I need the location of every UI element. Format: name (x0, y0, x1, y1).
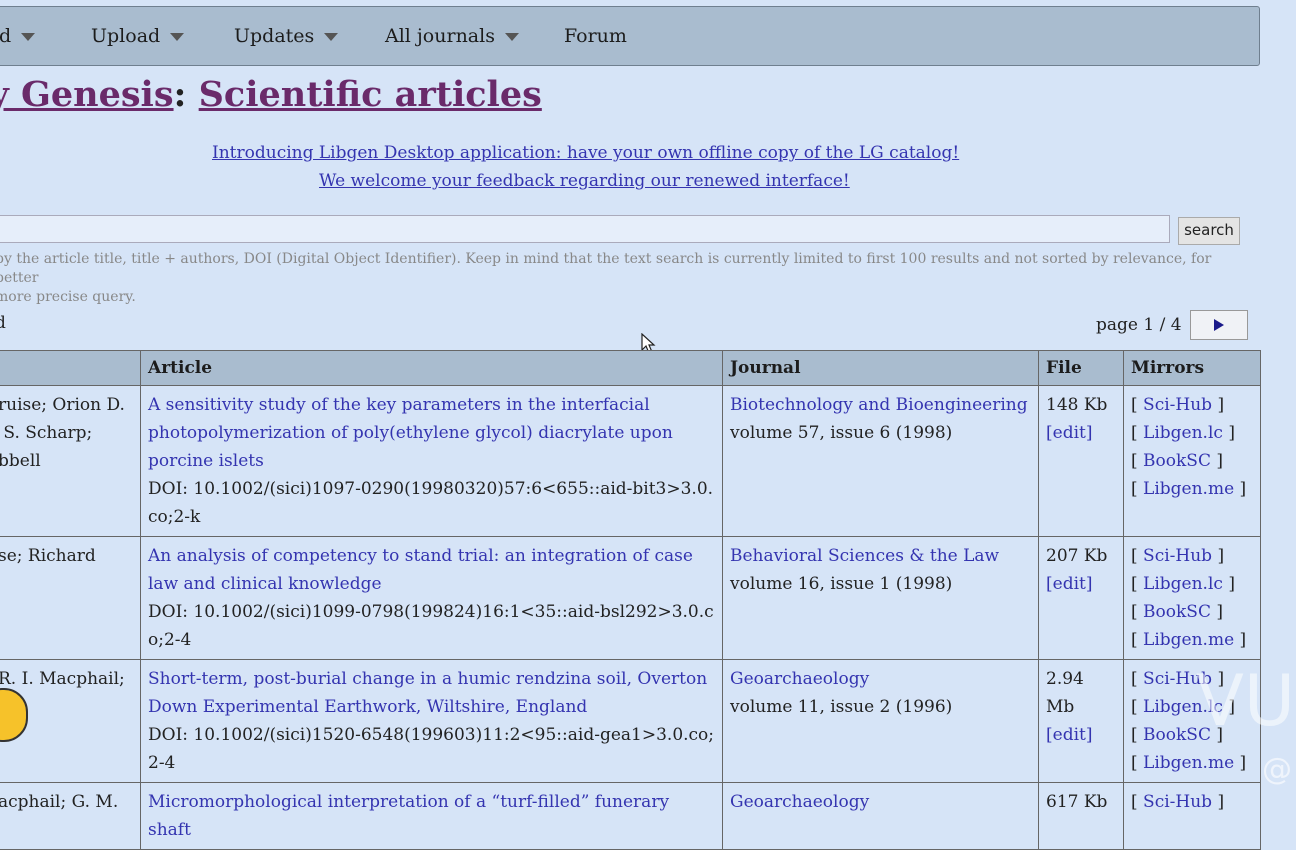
announcement-desktop-link[interactable]: Introducing Libgen Desktop application: … (212, 143, 959, 163)
mirror-scihub: [ Sci-Hub ] (1131, 546, 1225, 566)
search-input[interactable] (0, 215, 1170, 243)
table-row: R. I. Macphail; Short-term, post-burial … (0, 659, 1261, 783)
watermark-handle: @ (1262, 752, 1292, 787)
volume-text: volume 11, issue 2 (1996) (730, 697, 953, 717)
nav-item-forum[interactable]: Forum (564, 25, 627, 47)
mirror-libgen-lc: [ Libgen.lc ] (1131, 574, 1235, 594)
table-row: se; Richard An analysis of competency to… (0, 536, 1261, 660)
mirror-libgen-me: [ Libgen.me ] (1131, 630, 1247, 650)
mirror-booksc: [ BookSC ] (1131, 602, 1224, 622)
mirror-booksc: [ BookSC ] (1131, 451, 1224, 471)
play-icon (1214, 319, 1224, 331)
article-title-link[interactable]: A sensitivity study of the key parameter… (148, 395, 673, 471)
article-title-link[interactable]: Micromorphological interpretation of a “… (148, 792, 669, 840)
edit-link[interactable]: [edit] (1046, 725, 1092, 745)
doi-text: DOI: 10.1002/(sici)1097-0290(19980320)57… (148, 479, 714, 527)
table-row: ruise; Orion D. S. Scharp; bbell A sensi… (0, 385, 1261, 537)
journal-link[interactable]: Geoarchaeology (730, 669, 869, 689)
chevron-down-icon (324, 33, 339, 41)
results-table: Article Journal File Mirrors ruise; Orio… (0, 350, 1261, 850)
nav-item-all-journals[interactable]: All journals (385, 25, 519, 47)
article-cell: An analysis of competency to stand trial… (140, 536, 723, 660)
article-cell: Short-term, post-burial change in a humi… (140, 659, 723, 783)
journal-cell: Geoarchaeology volume 11, issue 2 (1996) (722, 659, 1039, 783)
journal-link[interactable]: Geoarchaeology (730, 792, 869, 812)
header-file[interactable]: File (1038, 350, 1124, 386)
mirror-scihub: [ Sci-Hub ] (1131, 395, 1225, 415)
journal-cell: Biotechnology and Bioengineering volume … (722, 385, 1039, 537)
page-title: ry Genesis: Scientific articles (0, 74, 542, 115)
chevron-down-icon (21, 33, 36, 41)
authors-cell: acphail; G. M. (0, 782, 141, 850)
table-header-row: Article Journal File Mirrors (0, 350, 1261, 386)
volume-text: volume 57, issue 6 (1998) (730, 423, 953, 443)
mirror-scihub: [ Sci-Hub ] (1131, 792, 1225, 812)
journal-link[interactable]: Behavioral Sciences & the Law (730, 546, 999, 566)
search-button[interactable]: search (1178, 217, 1240, 245)
header-mirrors: Mirrors (1123, 350, 1261, 386)
page-indicator: page 1 / 4 (1096, 315, 1182, 335)
mirrors-cell: [ Sci-Hub ] [ Libgen.lc ] [ BookSC ] [ L… (1123, 385, 1261, 537)
top-navbar: d Upload Updates All journals Forum (0, 6, 1260, 66)
edit-link[interactable]: [edit] (1046, 423, 1092, 443)
search-hint: by the article title, title + authors, D… (0, 251, 1212, 305)
header-authors[interactable] (0, 350, 141, 386)
article-title-link[interactable]: An analysis of competency to stand trial… (148, 546, 693, 594)
doi-text: DOI: 10.1002/(sici)1099-0798(199824)16:1… (148, 602, 714, 650)
authors-cell: ruise; Orion D. S. Scharp; bbell (0, 385, 141, 537)
journal-cell: Geoarchaeology (722, 782, 1039, 850)
doi-text: DOI: 10.1002/(sici)1520-6548(199603)11:2… (148, 725, 715, 773)
article-title-link[interactable]: Short-term, post-burial change in a humi… (148, 669, 707, 717)
article-cell: Micromorphological interpretation of a “… (140, 782, 723, 850)
mirror-libgen-me: [ Libgen.me ] (1131, 753, 1247, 773)
results-found-text: d (0, 313, 6, 333)
file-size: 2.94 Mb (1046, 669, 1084, 717)
file-size: 617 Kb (1046, 792, 1108, 812)
file-size: 148 Kb (1046, 395, 1108, 415)
file-cell: 2.94 Mb [edit] (1038, 659, 1124, 783)
article-cell: A sensitivity study of the key parameter… (140, 385, 723, 537)
watermark-text: VU (1196, 660, 1296, 742)
journal-cell: Behavioral Sciences & the Law volume 16,… (722, 536, 1039, 660)
file-cell: 617 Kb (1038, 782, 1124, 850)
header-journal[interactable]: Journal (722, 350, 1039, 386)
volume-text: volume 16, issue 1 (1998) (730, 574, 953, 594)
authors-cell: se; Richard (0, 536, 141, 660)
table-row: acphail; G. M. Micromorphological interp… (0, 782, 1261, 850)
nav-item-download[interactable]: d (0, 25, 36, 47)
nav-item-updates[interactable]: Updates (234, 25, 339, 47)
mirror-libgen-lc: [ Libgen.lc ] (1131, 423, 1235, 443)
mirror-libgen-me: [ Libgen.me ] (1131, 479, 1247, 499)
mirrors-cell: [ Sci-Hub ] [ Libgen.lc ] [ BookSC ] [ L… (1123, 536, 1261, 660)
chevron-down-icon (170, 33, 185, 41)
journal-link[interactable]: Biotechnology and Bioengineering (730, 395, 1028, 415)
file-cell: 207 Kb [edit] (1038, 536, 1124, 660)
announcement-feedback-link[interactable]: We welcome your feedback regarding our r… (319, 171, 1039, 191)
edit-link[interactable]: [edit] (1046, 574, 1092, 594)
chevron-down-icon (504, 33, 519, 41)
file-size: 207 Kb (1046, 546, 1108, 566)
file-cell: 148 Kb [edit] (1038, 385, 1124, 537)
section-title-link[interactable]: Scientific articles (199, 74, 542, 115)
site-title-link[interactable]: ry Genesis (0, 74, 174, 115)
next-page-button[interactable] (1190, 310, 1248, 340)
header-article[interactable]: Article (140, 350, 723, 386)
mirrors-cell: [ Sci-Hub ] (1123, 782, 1261, 850)
nav-item-upload[interactable]: Upload (91, 25, 185, 47)
